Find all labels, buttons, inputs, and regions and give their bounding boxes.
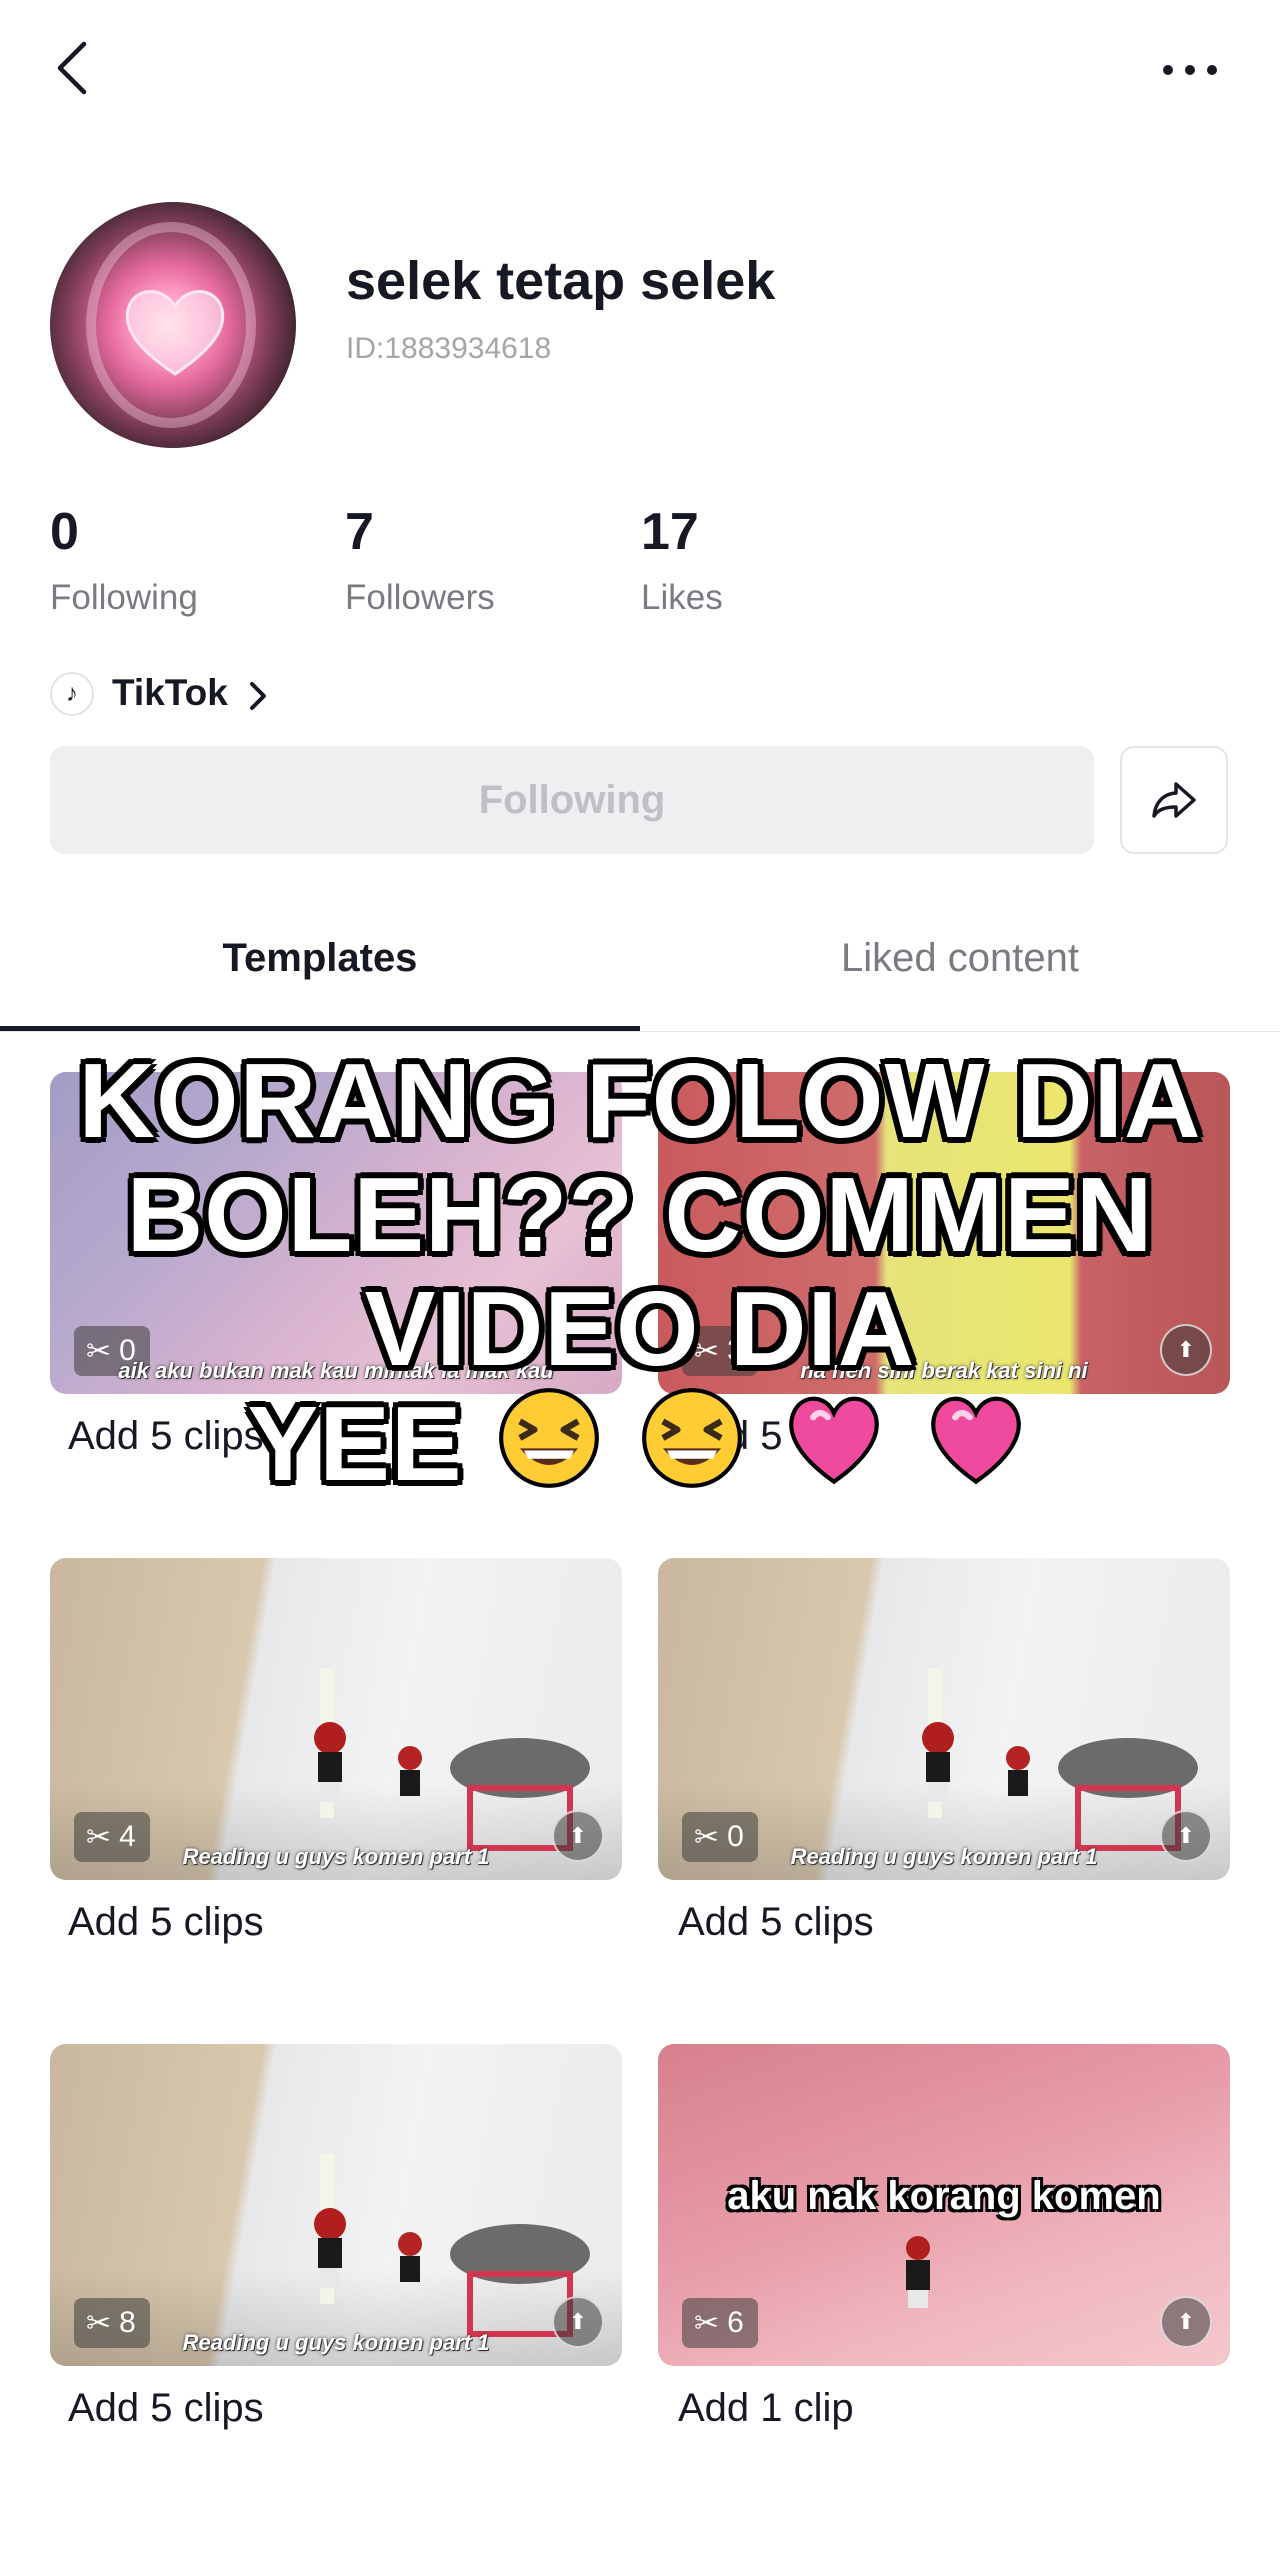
tab-templates[interactable]: Templates <box>0 936 640 981</box>
likes-count: 17 <box>641 503 699 561</box>
tiktok-icon[interactable]: ♪ <box>50 672 94 716</box>
scissors-icon: ✂ <box>694 2306 720 2340</box>
upload-icon[interactable]: ⬆ <box>1160 2296 1212 2348</box>
following-count[interactable]: 0 <box>50 502 79 562</box>
overlay-line-2: BOLEH?? COMMEN <box>126 1156 1154 1274</box>
followers-label[interactable]: Followers <box>345 578 495 618</box>
template-card-3[interactable]: ✂ 4 ⬆ Reading u guys komen part 1 <box>50 1558 622 1880</box>
thumbnail-caption: aku nak korang komen <box>727 2174 1161 2218</box>
thumbnail-subtitle: Reading u guys komen part 1 <box>790 1844 1098 1869</box>
card-title-3[interactable]: Add 5 clips <box>68 1900 264 1945</box>
avatar-figure <box>906 2236 930 2308</box>
thumbnail-subtitle: Reading u guys komen part 1 <box>182 1844 490 1869</box>
laughing-face-emoji-icon <box>499 1388 600 1488</box>
more-options-icon[interactable] <box>1160 50 1220 90</box>
likes-label: Likes <box>641 578 723 617</box>
tab-liked-content[interactable]: Liked content <box>640 936 1280 981</box>
username: selek tetap selek <box>346 251 776 311</box>
following-label[interactable]: Following <box>50 578 198 618</box>
tiktok-link[interactable]: TikTok <box>112 672 228 714</box>
avatar[interactable] <box>50 202 296 448</box>
back-chevron-icon[interactable] <box>52 38 92 98</box>
card-title-4[interactable]: Add 5 clips <box>678 1900 874 1945</box>
overlay-line-3: VIDEO DIA <box>364 1270 916 1388</box>
sparkling-heart-emoji-icon <box>789 1396 879 1485</box>
heart-graphic <box>125 290 225 376</box>
laughing-face-emoji-icon <box>641 1388 742 1488</box>
share-button[interactable] <box>1120 746 1228 854</box>
sparkling-heart-emoji-icon <box>931 1396 1022 1485</box>
card-title-5[interactable]: Add 5 clips <box>68 2386 264 2431</box>
template-card-6[interactable]: aku nak korang komen ✂ 6 ⬆ <box>658 2044 1230 2366</box>
template-card-4[interactable]: ✂ 0 ⬆ Reading u guys komen part 1 <box>658 1558 1230 1880</box>
card-title-6[interactable]: Add 1 clip <box>678 2386 854 2431</box>
thumbnail-subtitle: Reading u guys komen part 1 <box>182 2330 490 2355</box>
overlay-line-4: YEE <box>40 1386 1240 1501</box>
overlay-caption: KORANG FOLOW DIA BOLEH?? COMMEN VIDEO DI… <box>40 1044 1240 1501</box>
share-icon <box>1152 782 1196 818</box>
tab-divider <box>0 1031 1280 1032</box>
followers-count[interactable]: 7 <box>345 502 374 562</box>
overlay-line-1: KORANG FOLOW DIA <box>78 1042 1202 1160</box>
template-card-5[interactable]: ✂ 8 ⬆ Reading u guys komen part 1 <box>50 2044 622 2366</box>
clips-count-badge: ✂ 6 <box>682 2298 758 2348</box>
overlay-line-4-text: YEE <box>247 1385 463 1503</box>
chevron-right-icon[interactable] <box>246 678 270 714</box>
following-button[interactable]: Following <box>50 746 1094 854</box>
user-id: ID:1883934618 <box>346 332 552 365</box>
